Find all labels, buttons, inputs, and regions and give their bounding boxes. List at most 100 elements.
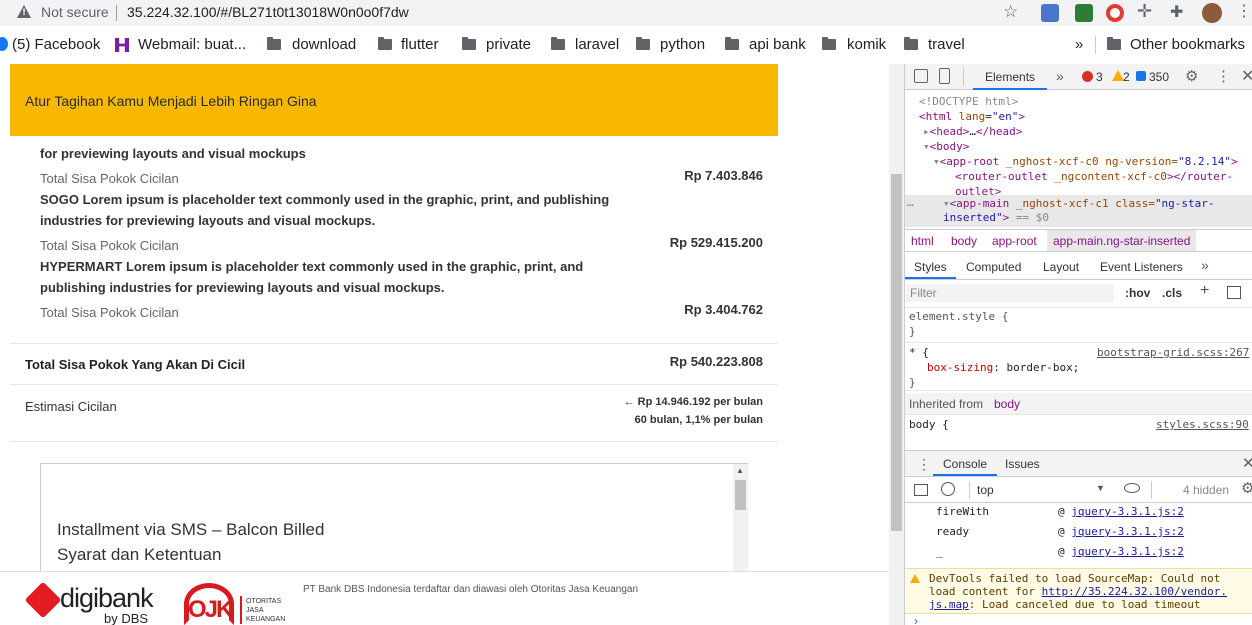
- bookmark-api-bank[interactable]: api bank: [749, 36, 806, 53]
- breadcrumb-app-root[interactable]: app-root: [992, 234, 1037, 248]
- context-select[interactable]: top: [977, 483, 994, 497]
- more-icon[interactable]: ⋮: [1236, 1, 1252, 20]
- terms-scrollbar[interactable]: ▲: [733, 464, 748, 582]
- breadcrumb-app-main[interactable]: app-main.ng-star-inserted: [1047, 230, 1197, 251]
- rule-declaration[interactable]: box-sizing: border-box;: [927, 360, 1079, 375]
- inspect-icon[interactable]: [914, 69, 928, 83]
- stack-frame-link[interactable]: @ jquery-3.3.1.js:2: [1058, 525, 1184, 538]
- folder-icon: [822, 37, 836, 50]
- element-style-rule[interactable]: element.style { }: [905, 307, 1252, 343]
- bookmark-flutter[interactable]: flutter: [401, 36, 439, 53]
- rule-source-link[interactable]: styles.scss:90: [1156, 418, 1249, 431]
- estimate-tenor: 60 bulan, 1,1% per bulan: [634, 414, 763, 426]
- divider: [10, 343, 778, 344]
- bookmark-private[interactable]: private: [486, 36, 531, 53]
- security-label[interactable]: Not secure: [41, 4, 109, 20]
- sidebar-toggle-icon[interactable]: [914, 484, 928, 496]
- digibank-brand: digibank: [60, 583, 154, 613]
- error-count[interactable]: 3: [1096, 70, 1103, 84]
- divider: [1151, 481, 1152, 499]
- tab-event-listeners[interactable]: Event Listeners: [1100, 260, 1183, 274]
- bookmark-webmail[interactable]: Webmail: buat...: [138, 36, 246, 53]
- page-scroll-thumb[interactable]: [891, 174, 902, 531]
- close-icon[interactable]: ✕: [1241, 66, 1252, 86]
- close-drawer-icon[interactable]: ✕: [1242, 454, 1252, 472]
- folder-icon: [1107, 37, 1121, 50]
- url-text[interactable]: 35.224.32.100/#/BL271t0t13018W0n0o0f7dw: [127, 4, 409, 20]
- dom-html[interactable]: <html lang="en">: [919, 109, 1025, 124]
- other-bookmarks[interactable]: Other bookmarks: [1130, 36, 1245, 53]
- tab-console[interactable]: Console: [933, 451, 998, 476]
- warning-text: load content for http://35.224.32.100/ve…: [929, 585, 1228, 598]
- folder-icon: [636, 37, 650, 50]
- page-viewport: for previewing layouts and visual mockup…: [0, 64, 889, 625]
- translate-icon[interactable]: [1041, 4, 1059, 22]
- rule-source-link[interactable]: bootstrap-grid.scss:267: [1097, 345, 1249, 360]
- eye-icon[interactable]: [1124, 483, 1140, 493]
- more-options-icon[interactable]: ⋮: [1216, 67, 1231, 85]
- dom-body[interactable]: ▾<body>: [923, 139, 969, 154]
- tab-layout[interactable]: Layout: [1043, 260, 1079, 274]
- opera-icon[interactable]: [1106, 4, 1124, 22]
- bookmark-python[interactable]: python: [660, 36, 705, 53]
- item-label: Total Sisa Pokok Cicilan: [40, 171, 179, 186]
- bookmark-komik[interactable]: komik: [847, 36, 886, 53]
- settings-gear-icon[interactable]: ⚙: [1185, 67, 1198, 85]
- item-amount: Rp 7.403.846: [684, 168, 763, 183]
- divider: [10, 384, 778, 385]
- universal-rule[interactable]: * { bootstrap-grid.scss:267 box-sizing: …: [905, 343, 1252, 391]
- tab-issues[interactable]: Issues: [1005, 457, 1040, 471]
- stack-frame-link[interactable]: @ jquery-3.3.1.js:2: [1058, 505, 1184, 518]
- scroll-up-icon[interactable]: ▲: [736, 466, 744, 475]
- drawer-menu-icon[interactable]: ⋮: [917, 456, 931, 473]
- warning-icon[interactable]: [17, 5, 31, 18]
- console-settings-icon[interactable]: ⚙: [1241, 479, 1252, 497]
- tab-elements[interactable]: Elements: [973, 64, 1048, 90]
- body-rule[interactable]: body { styles.scss:90: [905, 417, 1252, 435]
- toggle-sidebar-icon[interactable]: [1227, 286, 1241, 299]
- dom-head[interactable]: ▸<head>…</head>: [923, 124, 1022, 139]
- more-tabs-icon[interactable]: »: [1201, 257, 1209, 273]
- warning-count[interactable]: 2: [1123, 70, 1130, 84]
- dom-doctype[interactable]: <!DOCTYPE html>: [919, 94, 1018, 109]
- scroll-thumb[interactable]: [735, 480, 746, 510]
- filter-input[interactable]: [906, 284, 1114, 302]
- hov-toggle[interactable]: :hov: [1125, 286, 1150, 300]
- console-prompt-icon[interactable]: ›: [914, 614, 918, 625]
- message-icon: [1136, 71, 1146, 81]
- terms-box[interactable]: Installment via SMS – Balcon Billed Syar…: [40, 463, 748, 583]
- bookmark-facebook[interactable]: (5) Facebook: [12, 36, 100, 53]
- message-count[interactable]: 350: [1149, 70, 1169, 84]
- tab-styles[interactable]: Styles: [905, 254, 956, 279]
- puzzle-icon[interactable]: ✚: [1170, 2, 1188, 21]
- breadcrumb-html[interactable]: html: [911, 234, 934, 248]
- clear-console-icon[interactable]: [941, 482, 955, 496]
- dom-app-root[interactable]: ▾<app-root _nghost-xcf-c0 ng-version="8.…: [933, 154, 1252, 169]
- add-rule-icon[interactable]: +: [1200, 282, 1209, 300]
- item-amount: Rp 529.415.200: [669, 235, 763, 250]
- warning-text: js.map: Load canceled due to load timeou…: [929, 598, 1201, 611]
- avatar[interactable]: [1202, 3, 1222, 23]
- bookmark-travel[interactable]: travel: [928, 36, 965, 53]
- inherited-element-link[interactable]: body: [994, 397, 1020, 411]
- bookmarks-overflow-button[interactable]: »: [1075, 36, 1083, 53]
- hidden-count[interactable]: 4 hidden: [1183, 483, 1229, 497]
- breadcrumb-body[interactable]: body: [951, 234, 977, 248]
- bookmark-download[interactable]: download: [292, 36, 356, 53]
- divider: [240, 596, 242, 624]
- cls-toggle[interactable]: .cls: [1162, 286, 1182, 300]
- extension-icon[interactable]: [1075, 4, 1093, 22]
- bookmark-laravel[interactable]: laravel: [575, 36, 619, 53]
- device-toggle-icon[interactable]: [939, 68, 950, 84]
- item-label: Total Sisa Pokok Cicilan: [40, 305, 179, 320]
- dom-tree[interactable]: <!DOCTYPE html> <html lang="en"> ▸<head>…: [905, 94, 1252, 229]
- stack-frame-link[interactable]: @ jquery-3.3.1.js:2: [1058, 545, 1184, 558]
- inherited-label: Inherited from: [909, 397, 984, 411]
- item-description: SOGO Lorem ipsum is placeholder text com…: [40, 192, 610, 228]
- move-icon[interactable]: ✛: [1137, 1, 1155, 21]
- tab-computed[interactable]: Computed: [966, 260, 1021, 274]
- star-icon[interactable]: ☆: [1003, 2, 1018, 22]
- more-tabs-icon[interactable]: »: [1056, 68, 1064, 84]
- chevron-down-icon[interactable]: ▼: [1096, 483, 1105, 493]
- dom-app-main-selected[interactable]: … ▾<app-main _nghost-xcf-c1 class="ng-st…: [905, 195, 1252, 227]
